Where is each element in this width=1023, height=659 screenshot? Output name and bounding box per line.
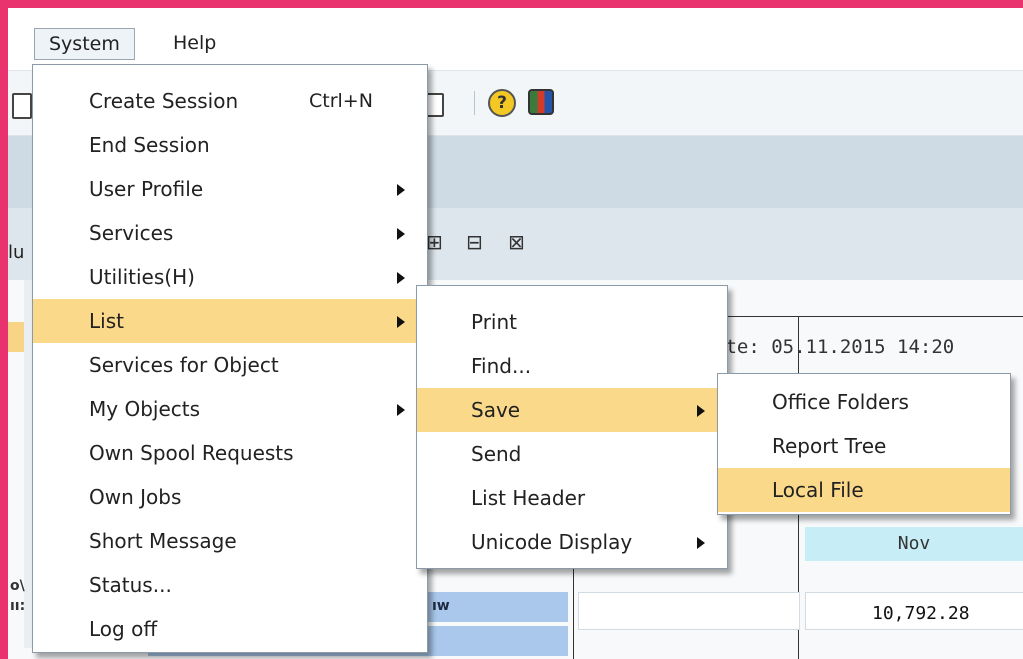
menu-item-label: List Header [471,486,586,510]
submenu-arrow-icon [397,316,405,328]
menu-item-label: Log off [89,617,158,641]
menu-item-label: Find... [471,354,532,378]
report-date: ate: 05.11.2015 14:20 [714,336,955,358]
menu-item-label: Own Spool Requests [89,441,294,465]
menu-item-services[interactable]: Services [33,211,427,255]
menu-item-local-file[interactable]: Local File [718,468,1010,512]
session-icon[interactable] [12,93,32,119]
menu-help[interactable]: Help [173,28,216,58]
menu-item-label: Short Message [89,529,237,553]
menu-item-label: Send [471,442,522,466]
toolbar-separator [474,91,475,115]
menu-item-own-jobs[interactable]: Own Jobs [33,475,427,519]
menu-item-label: Office Folders [772,390,909,414]
menu-item-label: Status... [89,573,172,597]
submenu-arrow-icon [697,537,705,549]
menu-item-label: Services for Object [89,353,279,377]
menu-item-label: My Objects [89,397,201,421]
menu-item-label: Local File [772,478,864,502]
menu-item-label: Save [471,398,521,422]
new-session-icon[interactable] [426,93,444,117]
row-label-fragment: o\ [10,578,25,594]
menu-item-find[interactable]: Find... [417,344,727,388]
menu-item-label: Report Tree [772,434,887,458]
menu-item-label: List [89,309,124,333]
menu-item-log-off[interactable]: Log off [33,607,427,651]
tree-expand-icon[interactable]: ⊞ [426,230,443,254]
submenu-arrow-icon [697,405,705,417]
help-icon[interactable]: ? [488,89,516,117]
menu-item-utilities[interactable]: Utilities(H) [33,255,427,299]
submenu-arrow-icon [397,228,405,240]
row-label-fragments: o\ ıı: [10,576,25,616]
submenu-arrow-icon [397,272,405,284]
menu-item-label: User Profile [89,177,204,201]
column-header-nov[interactable]: Nov [805,527,1023,561]
menu-item-label: Utilities(H) [89,265,195,289]
menu-item-status[interactable]: Status... [33,563,427,607]
menu-item-list-header[interactable]: List Header [417,476,727,520]
menu-item-label: Create Session [89,89,239,113]
row-fragment-text: ıw [432,598,450,614]
toolbar-fragment-text: lu [8,242,25,263]
menu-item-send[interactable]: Send [417,432,727,476]
layout-icon[interactable] [528,89,554,115]
menu-item-list[interactable]: List [33,299,427,343]
menu-item-unicode-display[interactable]: Unicode Display [417,520,727,564]
menu-item-create-session[interactable]: Create Session Ctrl+N [33,79,427,123]
menu-item-services-for-object[interactable]: Services for Object [33,343,427,387]
menu-item-user-profile[interactable]: User Profile [33,167,427,211]
sap-gui-window: System Help ? lu ⊞ ⊟ ⊠ ate: 05.11.2015 1… [8,8,1023,659]
menu-item-my-objects[interactable]: My Objects [33,387,427,431]
list-submenu: Print Find... Save Send List Header Unic… [416,285,728,569]
selected-row-marker [8,322,24,352]
amount-value: 10,792.28 [872,603,970,624]
menu-item-shortcut: Ctrl+N [309,90,373,112]
tree-collapse-icon[interactable]: ⊠ [508,230,525,254]
menu-item-print[interactable]: Print [417,300,727,344]
menu-item-save[interactable]: Save [417,388,727,432]
submenu-arrow-icon [397,404,405,416]
menu-bar: System Help [8,8,1023,71]
menu-item-label: Own Jobs [89,485,182,509]
table-cell[interactable] [578,592,800,630]
tree-node-icon[interactable]: ⊟ [466,230,483,254]
menu-item-label: Print [471,310,518,334]
system-menu: Create Session Ctrl+N End Session User P… [32,64,428,653]
save-submenu: Office Folders Report Tree Local File [717,373,1011,515]
submenu-arrow-icon [397,184,405,196]
menu-item-label: Services [89,221,174,245]
menu-item-label: Unicode Display [471,530,633,554]
menu-system[interactable]: System [34,28,135,60]
menu-item-office-folders[interactable]: Office Folders [718,380,1010,424]
menu-item-short-message[interactable]: Short Message [33,519,427,563]
menu-item-report-tree[interactable]: Report Tree [718,424,1010,468]
menu-item-own-spool-requests[interactable]: Own Spool Requests [33,431,427,475]
row-label-fragment: ıı: [10,598,26,614]
menu-item-label: End Session [89,133,210,157]
menu-item-end-session[interactable]: End Session [33,123,427,167]
